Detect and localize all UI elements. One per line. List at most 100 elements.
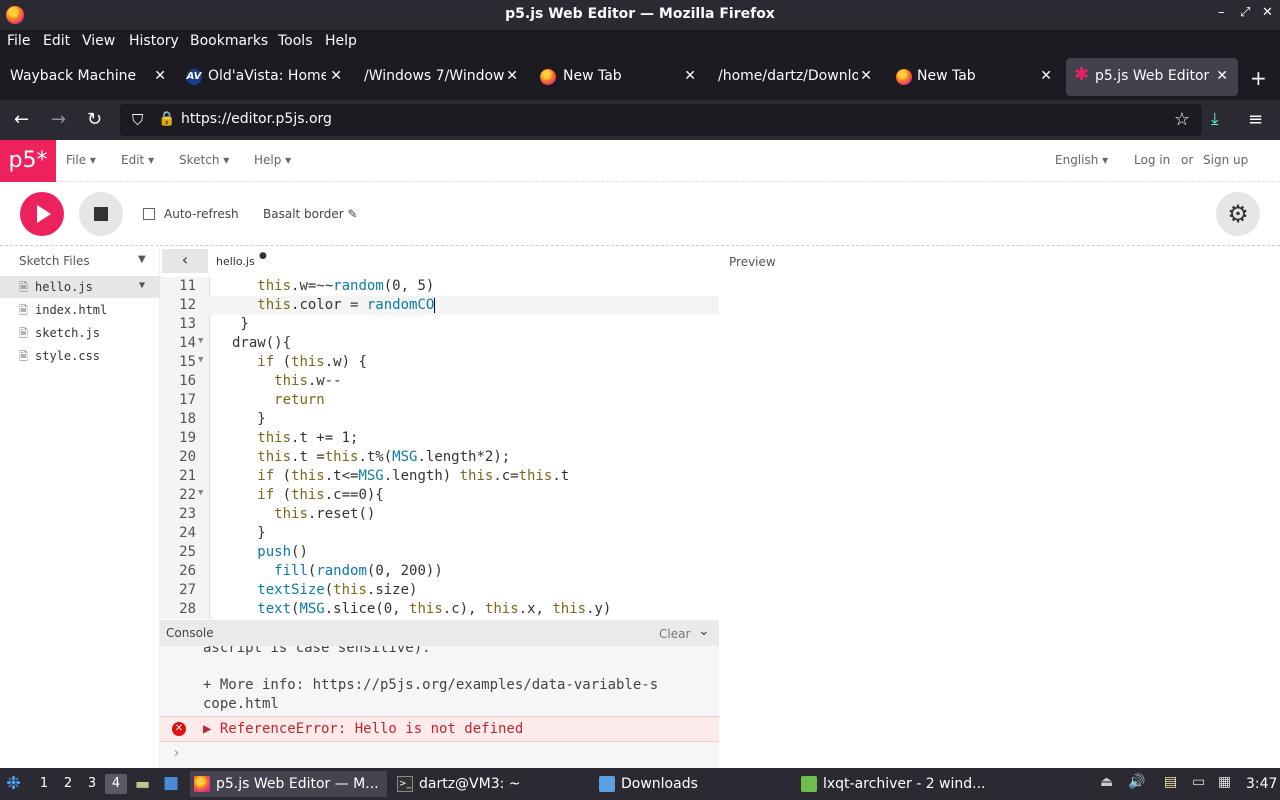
code-text[interactable]: text(MSG.slice(0, this.c), this.x, this.… [232, 601, 611, 617]
workspace-1[interactable]: 1 [33, 774, 55, 794]
lock-icon[interactable]: 🔒 [158, 111, 175, 127]
fold-arrow-icon[interactable]: ▼ [198, 488, 203, 498]
tab-downloads-folder[interactable]: /home/dartz/Downloa ✕ [708, 58, 882, 96]
tab-close-icon[interactable]: ✕ [154, 68, 166, 84]
code-line[interactable]: 28 text(MSG.slice(0, this.c), this.x, th… [160, 600, 719, 619]
taskbar-item-firefox[interactable]: p5.js Web Editor — M... [190, 771, 387, 797]
code-line[interactable]: 27 textSize(this.size) [160, 581, 719, 600]
url-text[interactable]: https://editor.p5js.org [181, 111, 332, 127]
menu-bookmarks[interactable]: Bookmarks [190, 33, 268, 49]
language-select[interactable]: English ▾ [1055, 153, 1108, 167]
login-link[interactable]: Log in [1134, 153, 1170, 167]
close-window-button[interactable]: ✕ [1262, 5, 1273, 20]
p5-menu-sketch[interactable]: Sketch ▾ [179, 153, 229, 167]
workspace-2[interactable]: 2 [57, 774, 79, 794]
code-line[interactable]: 23 this.reset() [160, 505, 719, 524]
taskbar-item-terminal[interactable]: >_ dartz@VM3: ~ [393, 771, 589, 797]
tab-close-icon[interactable]: ✕ [1040, 68, 1052, 84]
code-text[interactable]: this.color = randomCO [232, 297, 436, 313]
file-item-hello-js[interactable]: 🗎 hello.js ▼ [0, 276, 160, 298]
code-line[interactable]: 16 this.w-- [160, 372, 719, 391]
download-icon[interactable]: ⤓ [1211, 109, 1219, 129]
p5-menu-file[interactable]: File ▾ [66, 153, 96, 167]
code-line[interactable]: 18 } [160, 410, 719, 429]
new-tab-button[interactable]: + [1250, 66, 1267, 90]
maximize-button[interactable]: ⤢ [1240, 5, 1250, 20]
signup-link[interactable]: Sign up [1203, 153, 1248, 167]
code-text[interactable]: this.reset() [232, 506, 375, 522]
p5-menu-edit[interactable]: Edit ▾ [121, 153, 154, 167]
minimize-button[interactable]: – [1218, 5, 1225, 20]
code-text[interactable]: this.t =this.t%(MSG.length*2); [232, 449, 510, 465]
code-text[interactable]: if (this.t<=MSG.length) this.c=this.t [232, 468, 569, 484]
file-item-index-html[interactable]: 🗎 index.html [0, 299, 160, 321]
show-desktop-icon[interactable]: ■ [163, 773, 179, 793]
file-item-style-css[interactable]: 🗎 style.css [0, 345, 160, 367]
display-icon[interactable]: ▭ [1192, 774, 1205, 790]
code-line[interactable]: 21 if (this.t<=MSG.length) this.c=this.t [160, 467, 719, 486]
forward-arrow-icon[interactable]: → [51, 109, 66, 130]
chevron-down-icon[interactable]: ▼ [138, 254, 146, 265]
tray-eject-icon[interactable]: ⏏ [1100, 774, 1113, 790]
menu-edit[interactable]: Edit [43, 33, 70, 49]
chevron-down-icon[interactable]: ⌄ [698, 623, 710, 639]
code-text[interactable]: if (this.c==0){ [232, 487, 383, 503]
tab-newtab-2[interactable]: New Tab ✕ [888, 58, 1062, 96]
stop-button[interactable] [79, 192, 123, 236]
shield-icon[interactable]: ⛉ [132, 111, 143, 129]
p5-logo[interactable]: p5* [0, 140, 56, 182]
code-line[interactable]: 22 ▼ if (this.c==0){ [160, 486, 719, 505]
workspace-3[interactable]: 3 [81, 774, 103, 794]
tab-close-icon[interactable]: ✕ [860, 68, 872, 84]
code-line[interactable]: 13 } [160, 315, 719, 334]
code-text[interactable]: this.w-- [232, 373, 341, 389]
volume-icon[interactable]: 🔊 [1128, 774, 1145, 790]
pencil-icon[interactable]: ✎ [348, 207, 358, 221]
auto-refresh-checkbox[interactable] [143, 208, 155, 220]
console-prompt[interactable]: › [174, 746, 179, 761]
address-bar[interactable]: ⛉ 🔒 https://editor.p5js.org ☆ [120, 104, 1202, 136]
console-clear-button[interactable]: Clear [659, 627, 690, 641]
code-line[interactable]: 17 return [160, 391, 719, 410]
tab-p5-editor[interactable]: ✱ p5.js Web Editor ✕ [1066, 58, 1238, 96]
fold-arrow-icon[interactable]: ▼ [198, 336, 203, 346]
menu-tools[interactable]: Tools [278, 33, 313, 49]
code-line[interactable]: 15 ▼ if (this.w) { [160, 353, 719, 372]
start-menu-icon[interactable]: ❉ [6, 773, 21, 794]
code-line[interactable]: 26 fill(random(0, 200)) [160, 562, 719, 581]
code-line[interactable]: 25 push() [160, 543, 719, 562]
open-file-tab[interactable]: hello.js ● [216, 251, 267, 268]
file-manager-icon[interactable]: ▬ [135, 774, 150, 793]
tab-close-icon[interactable]: ✕ [1216, 68, 1228, 84]
code-text[interactable]: if (this.w) { [232, 354, 367, 370]
menu-help[interactable]: Help [325, 33, 357, 49]
sketch-name[interactable]: Basalt border ✎ [263, 207, 358, 221]
network-icon[interactable]: ▦ [1218, 774, 1231, 790]
code-line[interactable]: 20 this.t =this.t%(MSG.length*2); [160, 448, 719, 467]
code-text[interactable]: } [232, 525, 265, 541]
tab-close-icon[interactable]: ✕ [684, 68, 696, 84]
collapse-sidebar-button[interactable]: ‹ [162, 249, 208, 273]
code-text[interactable]: } [232, 316, 248, 332]
code-text[interactable]: fill(random(0, 200)) [232, 563, 443, 579]
chevron-down-icon[interactable]: ▼ [139, 280, 145, 291]
reload-icon[interactable]: ↻ [87, 109, 102, 130]
error-message[interactable]: ▶ ReferenceError: Hello is not defined [203, 721, 523, 737]
code-line[interactable]: 12 this.color = randomCO [160, 296, 719, 315]
tab-wayback[interactable]: Wayback Machine ✕ [0, 58, 176, 96]
code-text[interactable]: this.t += 1; [232, 430, 358, 446]
code-text[interactable]: draw(){ [232, 335, 291, 351]
back-arrow-icon[interactable]: ← [14, 109, 29, 130]
code-text[interactable]: } [232, 411, 265, 427]
tab-close-icon[interactable]: ✕ [506, 68, 518, 84]
code-line[interactable]: 24 } [160, 524, 719, 543]
tab-windows7[interactable]: /Windows 7/Windows ✕ [354, 58, 528, 96]
code-editor[interactable]: 11 this.w=~~random(0, 5) 12 this.color = … [160, 277, 719, 619]
code-text[interactable]: textSize(this.size) [232, 582, 417, 598]
taskbar-item-downloads[interactable]: Downloads [595, 771, 791, 797]
p5-menu-help[interactable]: Help ▾ [254, 153, 291, 167]
file-item-sketch-js[interactable]: 🗎 sketch.js [0, 322, 160, 344]
play-button[interactable] [20, 192, 64, 236]
menu-history[interactable]: History [129, 33, 179, 49]
clipboard-icon[interactable]: ▤ [1164, 774, 1177, 790]
